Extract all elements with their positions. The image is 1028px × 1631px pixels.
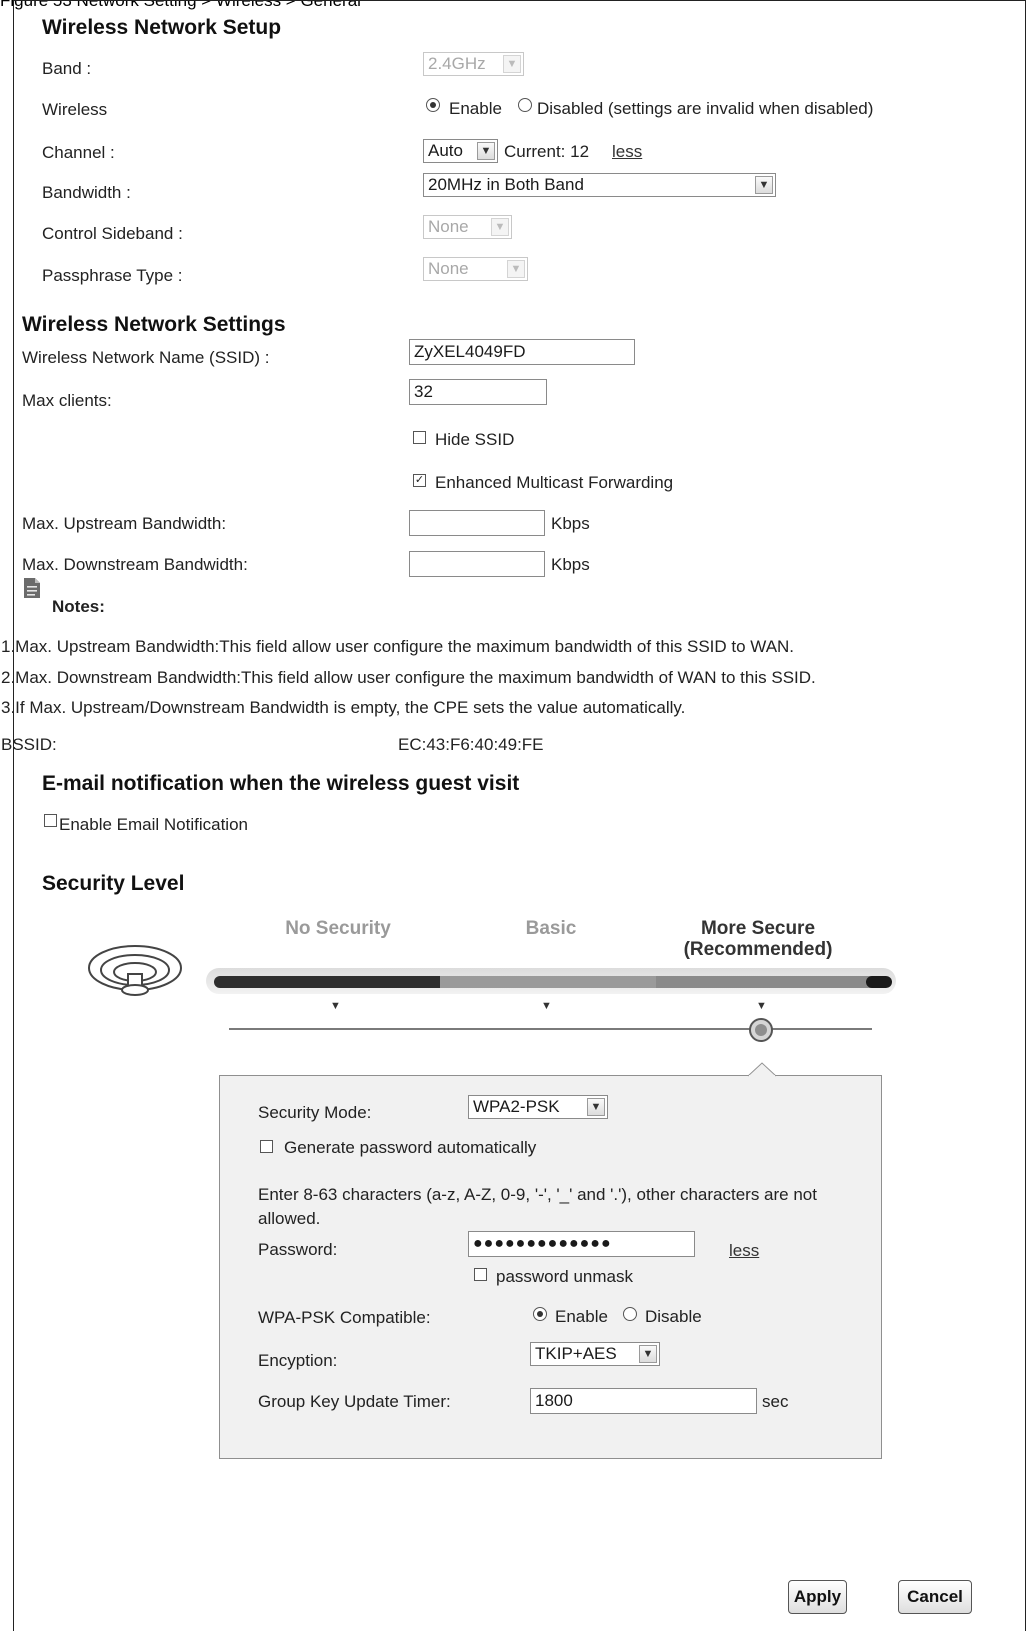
passphrase-value: None: [428, 259, 469, 278]
max-clients-input[interactable]: 32: [409, 379, 547, 405]
note-2: 2.Max. Downstream Bandwidth:This field a…: [1, 668, 816, 687]
upstream-unit: Kbps: [551, 514, 590, 533]
channel-select[interactable]: Auto ▼: [423, 139, 498, 163]
channel-label: Channel :: [42, 143, 115, 162]
passphrase-select[interactable]: None ▼: [423, 257, 528, 281]
password-label: Password:: [258, 1240, 338, 1259]
chevron-down-icon: ▼: [507, 260, 525, 278]
generate-password-checkbox[interactable]: [260, 1140, 273, 1153]
marker-more-secure-icon: ▼: [756, 1000, 767, 1012]
upstream-input[interactable]: [409, 510, 545, 536]
hide-ssid-checkbox[interactable]: [413, 431, 426, 444]
upstream-label: Max. Upstream Bandwidth:: [22, 514, 227, 533]
email-title: E-mail notification when the wireless gu…: [42, 772, 520, 795]
security-mode-select[interactable]: WPA2-PSK ▼: [468, 1095, 608, 1119]
wpa-compatible-label: WPA-PSK Compatible:: [258, 1308, 431, 1327]
level-no-security: No Security: [285, 918, 391, 939]
bandwidth-value: 20MHz in Both Band: [428, 175, 584, 194]
chevron-down-icon: ▼: [477, 142, 495, 160]
ssid-label: Wireless Network Name (SSID) :: [22, 348, 270, 367]
password-input[interactable]: ●●●●●●●●●●●●●: [468, 1231, 695, 1257]
chevron-down-icon: ▼: [491, 218, 509, 236]
notes-title: Notes:: [52, 597, 105, 616]
downstream-input[interactable]: [409, 551, 545, 577]
bandwidth-select[interactable]: 20MHz in Both Band ▼: [423, 173, 776, 197]
password-unmask-label: password unmask: [496, 1267, 634, 1286]
level-more-secure: More Secure: [700, 918, 816, 939]
sideband-label: Control Sideband :: [42, 224, 183, 243]
wpa-enable-radio[interactable]: [533, 1307, 547, 1321]
marker-no-security-icon: ▼: [330, 1000, 341, 1012]
wireless-label: Wireless: [42, 100, 108, 119]
chevron-down-icon: ▼: [587, 1098, 605, 1116]
wireless-disable-label: Disabled (settings are invalid when disa…: [537, 99, 874, 118]
generate-password-label: Generate password automatically: [284, 1138, 537, 1157]
level-recommended: (Recommended): [683, 939, 833, 960]
security-mode-value: WPA2-PSK: [473, 1097, 560, 1116]
multicast-label: Enhanced Multicast Forwarding: [435, 473, 674, 492]
security-mode-label: Security Mode:: [258, 1103, 372, 1122]
channel-less-link[interactable]: less: [612, 142, 642, 162]
multicast-checkbox[interactable]: ✓: [413, 474, 426, 487]
note-1: 1.Max. Upstream Bandwidth:This field all…: [1, 637, 795, 656]
ssid-input[interactable]: ZyXEL4049FD: [409, 339, 635, 365]
bssid-label: BSSID:: [1, 735, 57, 754]
channel-current: Current: 12: [504, 142, 590, 161]
band-select[interactable]: 2.4GHz ▼: [423, 52, 524, 76]
password-unmask-checkbox[interactable]: [474, 1268, 487, 1281]
security-slider-handle[interactable]: [748, 1017, 774, 1043]
passphrase-label: Passphrase Type :: [42, 266, 183, 285]
encryption-value: TKIP+AES: [535, 1344, 617, 1363]
security-title: Security Level: [42, 872, 185, 895]
encryption-select[interactable]: TKIP+AES ▼: [530, 1342, 660, 1366]
security-slider-track[interactable]: [229, 1028, 872, 1030]
note-3: 3.If Max. Upstream/Downstream Bandwidth …: [1, 698, 686, 717]
band-label: Band :: [42, 59, 92, 78]
gkut-input[interactable]: 1800: [530, 1388, 757, 1414]
sideband-value: None: [428, 217, 469, 236]
chevron-down-icon: ▼: [503, 55, 521, 73]
wireless-disable-radio[interactable]: [518, 98, 532, 112]
gkut-unit: sec: [762, 1392, 789, 1411]
note-icon: [22, 577, 42, 599]
chevron-down-icon: ▼: [639, 1345, 657, 1363]
wireless-enable-radio[interactable]: [426, 98, 440, 112]
wifi-router-icon: [84, 938, 186, 1000]
sideband-select[interactable]: None ▼: [423, 215, 512, 239]
bandwidth-label: Bandwidth :: [42, 183, 131, 202]
wpa-disable-radio[interactable]: [623, 1307, 637, 1321]
settings-title: Wireless Network Settings: [22, 313, 286, 336]
password-instruction: Enter 8-63 characters (a-z, A-Z, 0-9, '-…: [258, 1185, 817, 1228]
downstream-unit: Kbps: [551, 555, 590, 574]
cancel-button[interactable]: Cancel: [898, 1580, 972, 1614]
downstream-label: Max. Downstream Bandwidth:: [22, 555, 248, 574]
level-basic: Basic: [525, 918, 577, 939]
email-label: Enable Email Notification: [59, 815, 248, 834]
hide-ssid-label: Hide SSID: [435, 430, 515, 449]
security-level-bar: [206, 966, 896, 996]
band-value: 2.4GHz: [428, 54, 486, 73]
max-clients-label: Max clients:: [22, 391, 112, 410]
wpa-enable-label: Enable: [555, 1307, 608, 1326]
gkut-label: Group Key Update Timer:: [258, 1392, 451, 1411]
wireless-enable-label: Enable: [449, 99, 502, 118]
email-checkbox[interactable]: [44, 814, 57, 827]
chevron-down-icon: ▼: [755, 176, 773, 194]
setup-title: Wireless Network Setup: [42, 16, 282, 39]
password-less-link[interactable]: less: [729, 1241, 759, 1261]
bssid-value: EC:43:F6:40:49:FE: [398, 735, 544, 754]
encryption-label: Encyption:: [258, 1351, 338, 1370]
channel-value: Auto: [428, 141, 463, 160]
apply-button[interactable]: Apply: [788, 1580, 847, 1614]
panel-pointer: [747, 1062, 777, 1078]
marker-basic-icon: ▼: [541, 1000, 552, 1012]
wpa-disable-label: Disable: [645, 1307, 702, 1326]
